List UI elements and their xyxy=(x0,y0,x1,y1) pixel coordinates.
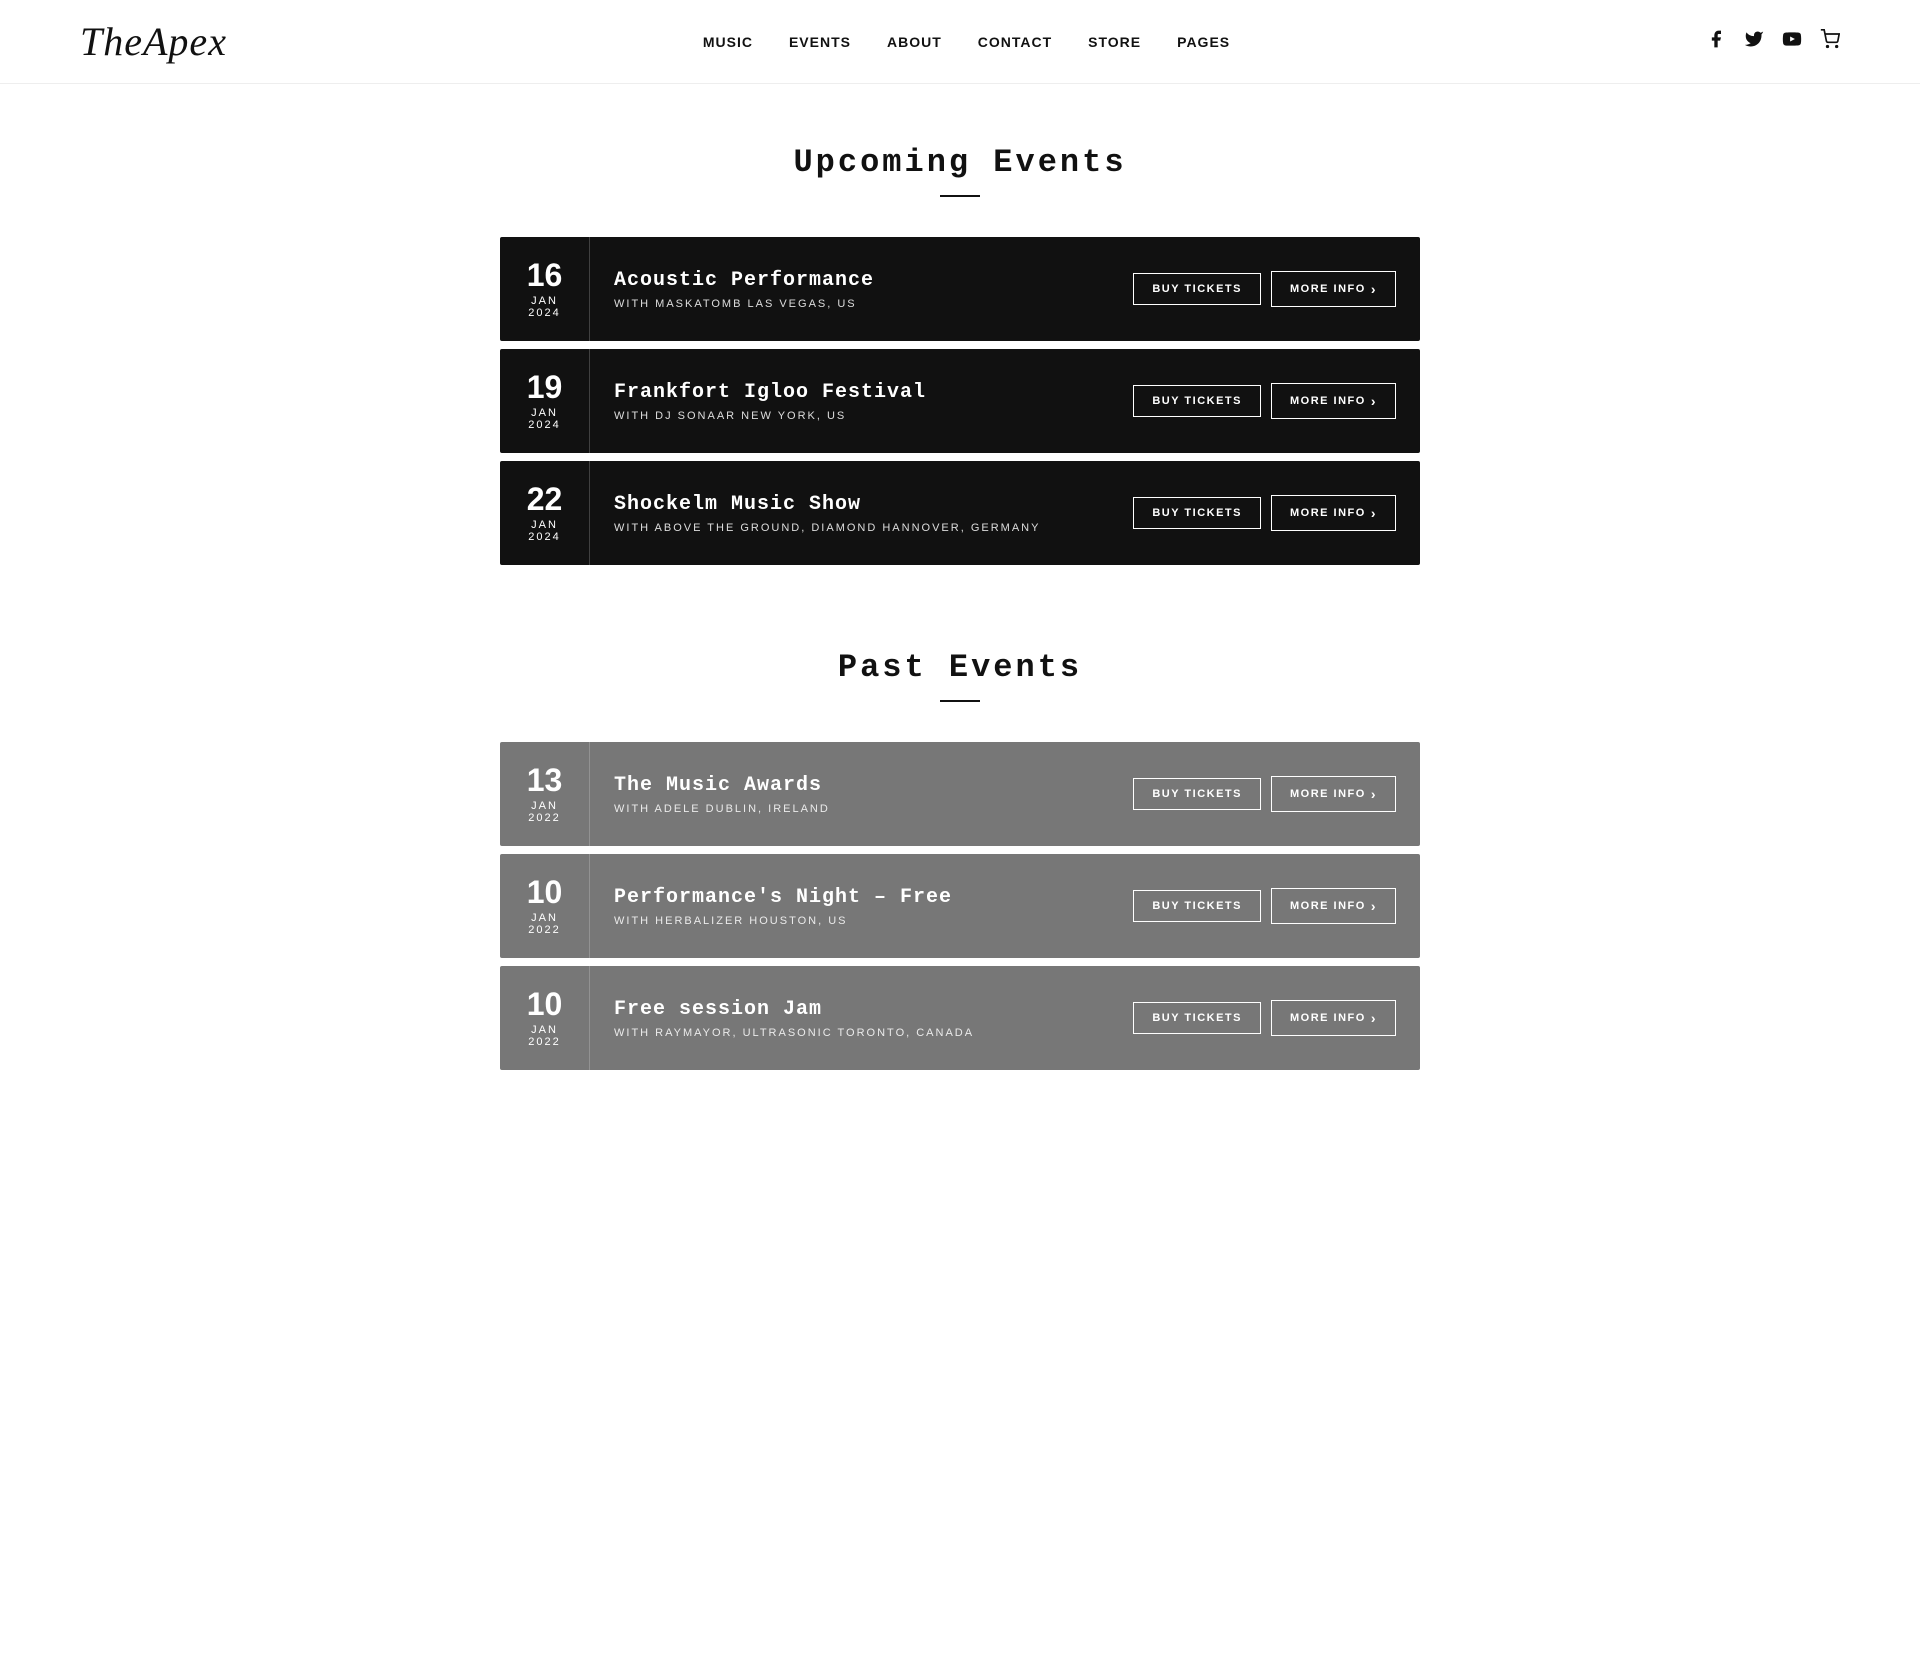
site-logo[interactable]: TheApex xyxy=(80,18,227,65)
event-name: Frankfort Igloo Festival xyxy=(614,381,1085,404)
social-links xyxy=(1706,29,1840,55)
event-date: 22 JAN 2024 xyxy=(500,461,590,565)
event-month: JAN xyxy=(514,407,575,419)
event-info: Frankfort Igloo Festival WITH DJ SONAAR … xyxy=(590,361,1109,442)
event-row: 13 JAN 2022 The Music Awards WITH ADELE … xyxy=(500,742,1420,846)
event-name: Free session Jam xyxy=(614,998,1085,1021)
main-content: Upcoming Events 16 JAN 2024 Acoustic Per… xyxy=(480,84,1440,1134)
event-month: JAN xyxy=(514,912,575,924)
event-month: JAN xyxy=(514,519,575,531)
event-year: 2022 xyxy=(514,1036,575,1048)
event-month: JAN xyxy=(514,1024,575,1036)
event-actions: BUY TICKETS MORE INFO xyxy=(1109,888,1420,924)
past-events-list: 13 JAN 2022 The Music Awards WITH ADELE … xyxy=(500,742,1420,1074)
more-info-button[interactable]: MORE INFO xyxy=(1271,776,1396,812)
site-header: TheApex MUSIC EVENTS ABOUT CONTACT STORE PAGE… xyxy=(0,0,1920,84)
event-info: Acoustic Performance WITH MASKATOMB LAS … xyxy=(590,249,1109,330)
event-year: 2022 xyxy=(514,812,575,824)
buy-tickets-button[interactable]: BUY TICKETS xyxy=(1133,890,1261,922)
event-row: 10 JAN 2022 Performance's Night – Free W… xyxy=(500,854,1420,958)
event-subtitle: WITH ADELE DUBLIN, IRELAND xyxy=(614,803,1085,815)
event-actions: BUY TICKETS MORE INFO xyxy=(1109,776,1420,812)
buy-tickets-button[interactable]: BUY TICKETS xyxy=(1133,273,1261,305)
upcoming-divider xyxy=(940,195,980,197)
event-date: 13 JAN 2022 xyxy=(500,742,590,846)
event-subtitle: WITH MASKATOMB LAS VEGAS, US xyxy=(614,298,1085,310)
more-info-button[interactable]: MORE INFO xyxy=(1271,495,1396,531)
buy-tickets-button[interactable]: BUY TICKETS xyxy=(1133,497,1261,529)
event-info: Free session Jam WITH RAYMAYOR, ULTRASON… xyxy=(590,978,1109,1059)
event-info: The Music Awards WITH ADELE DUBLIN, IREL… xyxy=(590,754,1109,835)
event-subtitle: WITH DJ SONAAR NEW YORK, US xyxy=(614,410,1085,422)
nav-item-events[interactable]: EVENTS xyxy=(789,34,851,50)
event-year: 2024 xyxy=(514,419,575,431)
event-date: 10 JAN 2022 xyxy=(500,854,590,958)
event-year: 2022 xyxy=(514,924,575,936)
event-info: Shockelm Music Show WITH ABOVE THE GROUN… xyxy=(590,473,1109,554)
nav-item-about[interactable]: ABOUT xyxy=(887,34,942,50)
buy-tickets-button[interactable]: BUY TICKETS xyxy=(1133,385,1261,417)
twitter-icon[interactable] xyxy=(1744,29,1764,55)
past-section: Past Events 13 JAN 2022 The Music Awards… xyxy=(500,649,1420,1074)
event-row: 19 JAN 2024 Frankfort Igloo Festival WIT… xyxy=(500,349,1420,453)
event-year: 2024 xyxy=(514,307,575,319)
event-row: 10 JAN 2022 Free session Jam WITH RAYMAY… xyxy=(500,966,1420,1070)
facebook-icon[interactable] xyxy=(1706,29,1726,55)
more-info-button[interactable]: MORE INFO xyxy=(1271,271,1396,307)
nav-item-pages[interactable]: PAGES xyxy=(1177,34,1230,50)
event-month: JAN xyxy=(514,800,575,812)
more-info-button[interactable]: MORE INFO xyxy=(1271,383,1396,419)
event-actions: BUY TICKETS MORE INFO xyxy=(1109,271,1420,307)
cart-icon[interactable] xyxy=(1820,29,1840,55)
event-actions: BUY TICKETS MORE INFO xyxy=(1109,495,1420,531)
youtube-icon[interactable] xyxy=(1782,29,1802,55)
event-actions: BUY TICKETS MORE INFO xyxy=(1109,1000,1420,1036)
event-row: 22 JAN 2024 Shockelm Music Show WITH ABO… xyxy=(500,461,1420,565)
event-day: 22 xyxy=(514,483,575,515)
event-name: The Music Awards xyxy=(614,774,1085,797)
buy-tickets-button[interactable]: BUY TICKETS xyxy=(1133,1002,1261,1034)
more-info-button[interactable]: MORE INFO xyxy=(1271,1000,1396,1036)
event-subtitle: WITH RAYMAYOR, ULTRASONIC TORONTO, CANAD… xyxy=(614,1027,1085,1039)
nav-item-music[interactable]: MUSIC xyxy=(703,34,753,50)
nav-item-contact[interactable]: CONTACT xyxy=(978,34,1052,50)
more-info-button[interactable]: MORE INFO xyxy=(1271,888,1396,924)
event-day: 19 xyxy=(514,371,575,403)
past-title: Past Events xyxy=(500,649,1420,686)
event-date: 10 JAN 2022 xyxy=(500,966,590,1070)
event-day: 10 xyxy=(514,876,575,908)
event-name: Performance's Night – Free xyxy=(614,886,1085,909)
past-divider xyxy=(940,700,980,702)
buy-tickets-button[interactable]: BUY TICKETS xyxy=(1133,778,1261,810)
event-info: Performance's Night – Free WITH HERBALIZ… xyxy=(590,866,1109,947)
main-nav: MUSIC EVENTS ABOUT CONTACT STORE PAGES xyxy=(703,34,1230,50)
event-day: 10 xyxy=(514,988,575,1020)
event-name: Shockelm Music Show xyxy=(614,493,1085,516)
event-month: JAN xyxy=(514,295,575,307)
event-row: 16 JAN 2024 Acoustic Performance WITH MA… xyxy=(500,237,1420,341)
event-year: 2024 xyxy=(514,531,575,543)
event-date: 19 JAN 2024 xyxy=(500,349,590,453)
event-subtitle: WITH HERBALIZER HOUSTON, US xyxy=(614,915,1085,927)
upcoming-events-list: 16 JAN 2024 Acoustic Performance WITH MA… xyxy=(500,237,1420,569)
event-date: 16 JAN 2024 xyxy=(500,237,590,341)
event-actions: BUY TICKETS MORE INFO xyxy=(1109,383,1420,419)
event-subtitle: WITH ABOVE THE GROUND, DIAMOND HANNOVER,… xyxy=(614,522,1085,534)
event-name: Acoustic Performance xyxy=(614,269,1085,292)
event-day: 16 xyxy=(514,259,575,291)
event-day: 13 xyxy=(514,764,575,796)
nav-item-store[interactable]: STORE xyxy=(1088,34,1141,50)
upcoming-title: Upcoming Events xyxy=(500,144,1420,181)
